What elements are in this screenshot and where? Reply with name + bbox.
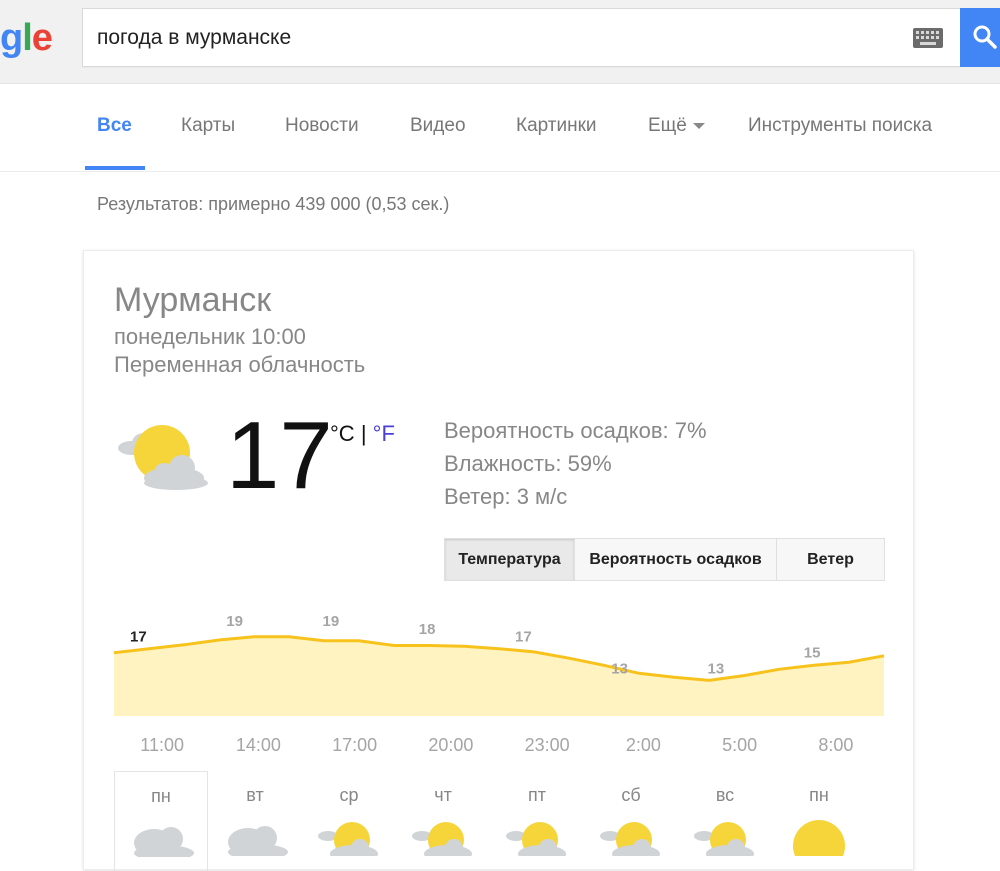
tab-precipitation[interactable]: Вероятность осадков xyxy=(575,539,777,580)
chart-x-tick: 11:00 xyxy=(140,735,184,755)
partly-cloudy-icon xyxy=(412,822,472,856)
chart-data-label: 15 xyxy=(804,645,821,662)
day-label: ср xyxy=(339,785,359,805)
cloudy-icon xyxy=(228,826,288,856)
search-input[interactable] xyxy=(97,9,897,66)
temperature-chart: 17 19 19 18 17 13 13 15 11:00 14:00 17:00 20:00 23:… xyxy=(113,613,885,755)
logo-letter: l xyxy=(22,17,33,59)
cloudy-icon xyxy=(134,827,194,857)
day-forecast-cell[interactable]: сб xyxy=(584,771,678,871)
precipitation-chance: Вероятность осадков: 7% xyxy=(444,418,707,443)
day-label: сб xyxy=(621,785,641,805)
results-stats: Результатов: примерно 439 000 (0,53 сек.… xyxy=(97,194,450,214)
weather-chart-tabs: Температура Вероятность осадков Ветер xyxy=(444,538,885,581)
partly-cloudy-icon xyxy=(694,822,754,856)
tab-images[interactable]: Картинки xyxy=(516,84,597,172)
wind-speed: Ветер: 3 м/с xyxy=(444,484,568,509)
chart-x-tick: 8:00 xyxy=(818,735,853,755)
day-label: пн xyxy=(151,786,171,806)
chart-x-tick: 20:00 xyxy=(428,735,473,755)
chart-x-tick: 14:00 xyxy=(236,735,281,755)
day-forecast-cell[interactable]: вт xyxy=(208,771,302,871)
search-nav: Все Карты Новости Видео Картинки Ещё Инс… xyxy=(0,84,1000,172)
day-forecast-cell[interactable]: пн xyxy=(772,771,866,871)
partly-cloudy-icon xyxy=(600,822,660,856)
day-label: чт xyxy=(434,785,452,805)
chart-x-tick: 17:00 xyxy=(332,735,377,755)
tab-wind[interactable]: Ветер xyxy=(777,539,884,580)
unit-separator: | xyxy=(360,421,367,446)
search-button[interactable] xyxy=(960,8,1000,67)
day-forecast-cell[interactable]: пн xyxy=(114,771,208,871)
tab-more[interactable]: Ещё xyxy=(648,84,705,172)
day-forecast-cell[interactable]: пт xyxy=(490,771,584,871)
search-box[interactable] xyxy=(82,8,960,67)
unit-celsius[interactable]: °C xyxy=(330,421,355,446)
day-label: вт xyxy=(246,785,264,805)
tab-maps[interactable]: Карты xyxy=(181,84,235,172)
humidity: Влажность: 59% xyxy=(444,451,612,476)
active-tab-indicator xyxy=(85,166,145,170)
weather-card: Мурманск понедельник 10:00 Переменная об… xyxy=(83,250,914,871)
temperature-units: °C | °F xyxy=(330,421,395,447)
weather-city: Мурманск xyxy=(114,281,272,319)
tab-all[interactable]: Все xyxy=(97,84,132,172)
chart-data-label: 19 xyxy=(226,613,243,630)
chart-data-label: 13 xyxy=(708,660,725,677)
chart-data-label: 19 xyxy=(323,613,340,630)
chart-data-label: 17 xyxy=(515,629,532,646)
day-forecast-cell[interactable]: чт xyxy=(396,771,490,871)
logo-letter: g xyxy=(0,17,23,59)
google-logo[interactable]: gle xyxy=(0,14,53,62)
day-label: пт xyxy=(528,785,546,805)
partly-cloudy-icon xyxy=(118,425,208,490)
tab-news[interactable]: Новости xyxy=(285,84,359,172)
partly-cloudy-icon xyxy=(506,822,566,856)
search-icon xyxy=(973,25,997,49)
tab-more-label: Ещё xyxy=(648,115,687,136)
logo-letter: e xyxy=(31,17,53,59)
search-header: gle xyxy=(0,0,1000,84)
chart-x-tick: 5:00 xyxy=(722,735,757,755)
day-label: пн xyxy=(809,785,829,805)
tab-video[interactable]: Видео xyxy=(410,84,466,172)
chart-data-label: 17 xyxy=(130,629,147,646)
sunny-icon xyxy=(793,820,845,856)
chart-data-label: 13 xyxy=(611,660,628,677)
caret-down-icon xyxy=(692,122,705,129)
chart-x-tick: 23:00 xyxy=(525,735,570,755)
weather-condition: Переменная облачность xyxy=(114,352,366,377)
partly-cloudy-icon xyxy=(318,822,378,856)
tab-search-tools[interactable]: Инструменты поиска xyxy=(748,84,932,172)
day-label: вс xyxy=(715,785,735,805)
day-forecast-cell[interactable]: вс xyxy=(678,771,772,871)
unit-fahrenheit[interactable]: °F xyxy=(373,421,395,446)
chart-x-tick: 2:00 xyxy=(626,735,661,755)
tab-temperature[interactable]: Температура xyxy=(445,539,575,580)
keyboard-icon[interactable] xyxy=(913,28,943,48)
current-temperature: 17 xyxy=(226,402,333,509)
chart-data-label: 18 xyxy=(419,621,436,638)
weather-datetime: понедельник 10:00 xyxy=(114,324,306,349)
day-forecast-cell[interactable]: ср xyxy=(302,771,396,871)
